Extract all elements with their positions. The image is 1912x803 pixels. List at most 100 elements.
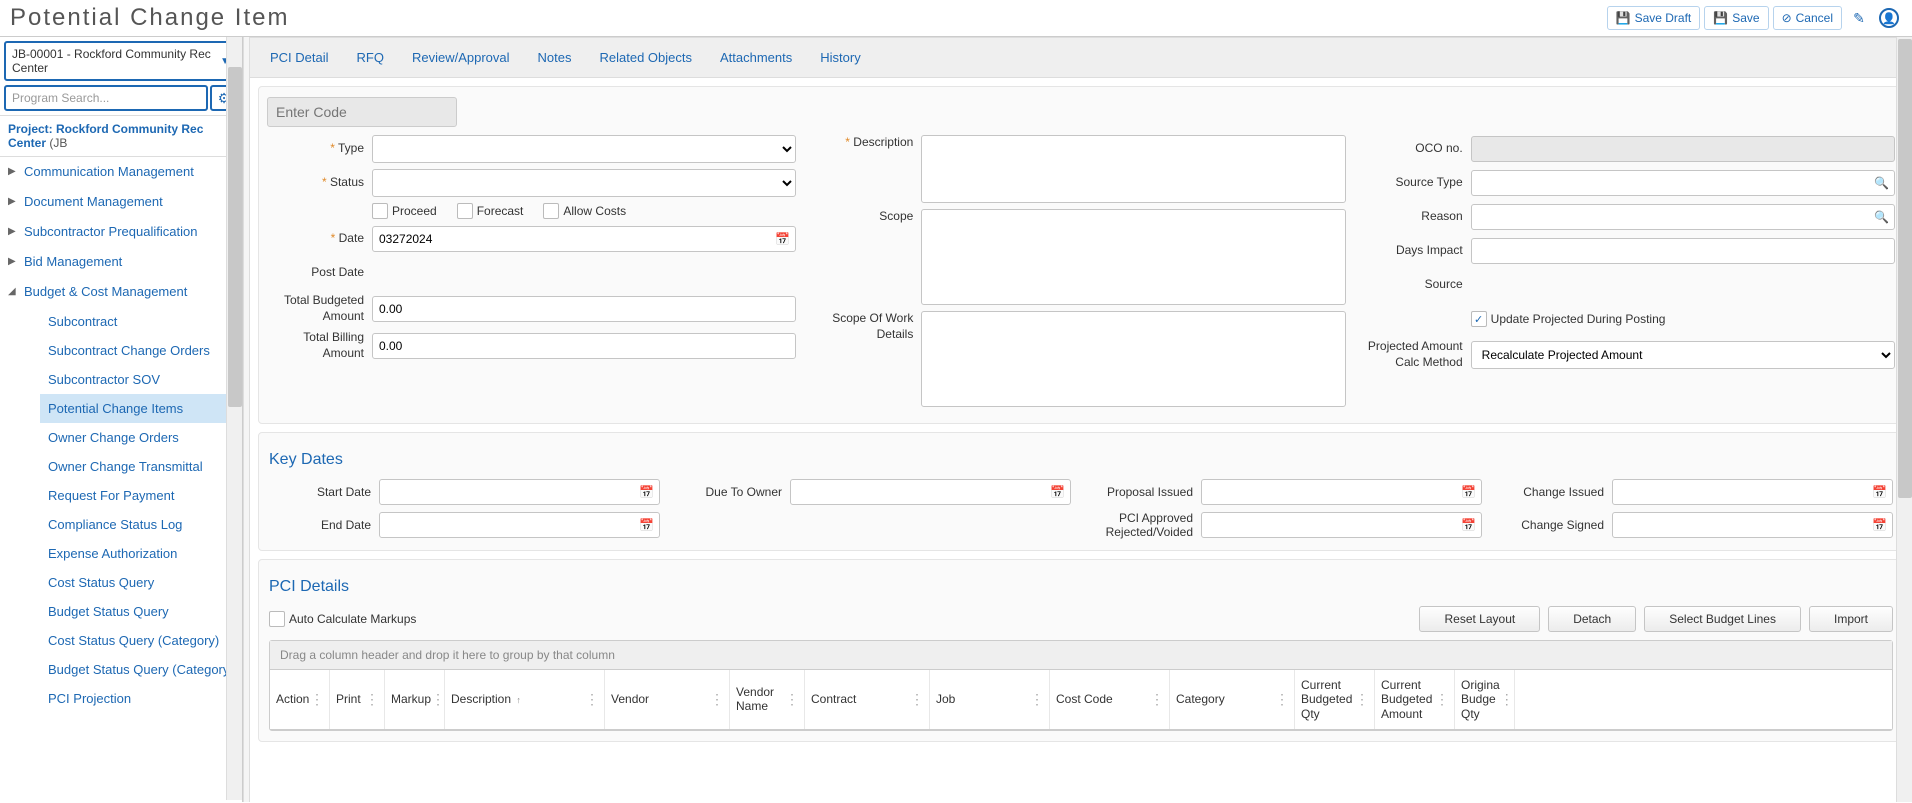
reset-layout-button[interactable]: Reset Layout xyxy=(1419,606,1540,632)
sidebar-section[interactable]: ▶Communication Management xyxy=(0,157,242,187)
sidebar-item[interactable]: Owner Change Transmittal xyxy=(40,452,242,481)
auto-calc-checkbox[interactable]: Auto Calculate Markups xyxy=(269,611,416,627)
source-value xyxy=(1471,272,1895,298)
program-search-input[interactable] xyxy=(4,85,208,111)
column-header[interactable]: Current Budgeted Amount⋮ xyxy=(1375,670,1455,729)
column-header[interactable]: Origina Budge Qty⋮ xyxy=(1455,670,1515,729)
enter-code-input[interactable] xyxy=(267,97,457,127)
date-input[interactable] xyxy=(372,226,796,252)
due-owner-input[interactable] xyxy=(790,479,1071,505)
import-button[interactable]: Import xyxy=(1809,606,1893,632)
update-projected-checkbox[interactable]: ✓Update Projected During Posting xyxy=(1471,311,1666,327)
sidebar-item[interactable]: Cost Status Query xyxy=(40,568,242,597)
sidebar: JB-00001 - Rockford Community Rec Center… xyxy=(0,37,243,802)
oco-input xyxy=(1471,136,1895,162)
change-signed-input[interactable] xyxy=(1612,512,1893,538)
splitter[interactable] xyxy=(243,37,250,802)
change-issued-input[interactable] xyxy=(1612,479,1893,505)
column-header[interactable]: Current Budgeted Qty⋮ xyxy=(1295,670,1375,729)
column-menu-icon[interactable]: ⋮ xyxy=(365,691,378,708)
tab[interactable]: Attachments xyxy=(720,48,792,67)
start-date-input[interactable] xyxy=(379,479,660,505)
tab[interactable]: PCI Detail xyxy=(270,48,329,67)
column-menu-icon[interactable]: ⋮ xyxy=(585,691,598,708)
end-date-input[interactable] xyxy=(379,512,660,538)
scope-textarea[interactable] xyxy=(921,209,1345,305)
calc-method-select[interactable]: Recalculate Projected Amount xyxy=(1471,341,1895,369)
tab[interactable]: Related Objects xyxy=(600,48,693,67)
column-header[interactable]: Vendor Name⋮ xyxy=(730,670,805,729)
days-impact-input[interactable] xyxy=(1471,238,1895,264)
save-draft-button[interactable]: 💾Save Draft xyxy=(1607,6,1701,30)
content-scrollbar[interactable] xyxy=(1896,37,1912,802)
column-header[interactable]: Job⋮ xyxy=(930,670,1050,729)
tab[interactable]: Notes xyxy=(538,48,572,67)
column-menu-icon[interactable]: ⋮ xyxy=(785,691,798,708)
sidebar-item[interactable]: Subcontractor SOV xyxy=(40,365,242,394)
sidebar-item[interactable]: Subcontract xyxy=(40,307,242,336)
column-header[interactable]: Description ↑⋮ xyxy=(445,670,605,729)
reason-input[interactable] xyxy=(1471,204,1895,230)
sidebar-item[interactable]: Owner Change Orders xyxy=(40,423,242,452)
column-header[interactable]: Action⋮ xyxy=(270,670,330,729)
sidebar-scrollbar[interactable] xyxy=(226,37,242,800)
allow-costs-checkbox[interactable]: Allow Costs xyxy=(543,203,626,219)
proposal-issued-input[interactable] xyxy=(1201,479,1482,505)
column-menu-icon[interactable]: ⋮ xyxy=(710,691,723,708)
type-select[interactable] xyxy=(372,135,796,163)
edit-icon-button[interactable]: ✎ xyxy=(1846,5,1872,31)
column-header[interactable]: Category⋮ xyxy=(1170,670,1295,729)
pci-approved-input[interactable] xyxy=(1201,512,1482,538)
column-header[interactable]: Markup⋮ xyxy=(385,670,445,729)
column-header[interactable]: Print⋮ xyxy=(330,670,385,729)
column-header[interactable]: Vendor⋮ xyxy=(605,670,730,729)
sidebar-section[interactable]: ▶Subcontractor Prequalification xyxy=(0,217,242,247)
user-icon: 👤 xyxy=(1879,8,1899,28)
forecast-checkbox[interactable]: Forecast xyxy=(457,203,524,219)
column-menu-icon[interactable]: ⋮ xyxy=(1435,691,1448,708)
column-menu-icon[interactable]: ⋮ xyxy=(1030,691,1043,708)
column-menu-icon[interactable]: ⋮ xyxy=(1275,691,1288,708)
post-date-value xyxy=(372,260,796,286)
scope-details-textarea[interactable] xyxy=(921,311,1345,407)
sidebar-item[interactable]: PCI Projection xyxy=(40,684,242,713)
column-header[interactable]: Contract⋮ xyxy=(805,670,930,729)
proceed-checkbox[interactable]: Proceed xyxy=(372,203,437,219)
project-link[interactable]: Project: Rockford Community Rec Center (… xyxy=(0,115,242,157)
sidebar-item[interactable]: Budget Status Query xyxy=(40,597,242,626)
status-select[interactable] xyxy=(372,169,796,197)
sidebar-item[interactable]: Cost Status Query (Category) xyxy=(40,626,242,655)
tab[interactable]: Review/Approval xyxy=(412,48,510,67)
sidebar-section[interactable]: ◢Budget & Cost Management xyxy=(0,277,242,307)
column-menu-icon[interactable]: ⋮ xyxy=(1355,691,1368,708)
user-icon-button[interactable]: 👤 xyxy=(1876,5,1902,31)
tab[interactable]: RFQ xyxy=(357,48,384,67)
detach-button[interactable]: Detach xyxy=(1548,606,1636,632)
column-menu-icon[interactable]: ⋮ xyxy=(431,691,444,708)
column-menu-icon[interactable]: ⋮ xyxy=(910,691,923,708)
sidebar-item[interactable]: Subcontract Change Orders xyxy=(40,336,242,365)
save-button[interactable]: 💾Save xyxy=(1704,6,1768,30)
source-type-input[interactable] xyxy=(1471,170,1895,196)
total-billing-input[interactable] xyxy=(372,333,796,359)
sidebar-section[interactable]: ▶Bid Management xyxy=(0,247,242,277)
total-budgeted-input[interactable] xyxy=(372,296,796,322)
column-menu-icon[interactable]: ⋮ xyxy=(310,691,323,708)
group-by-bar[interactable]: Drag a column header and drop it here to… xyxy=(270,641,1892,670)
sidebar-section[interactable]: ▶Document Management xyxy=(0,187,242,217)
select-budget-lines-button[interactable]: Select Budget Lines xyxy=(1644,606,1801,632)
tab[interactable]: History xyxy=(820,48,860,67)
sidebar-item[interactable]: Expense Authorization xyxy=(40,539,242,568)
save-icon: 💾 xyxy=(1713,11,1728,25)
sidebar-item[interactable]: Request For Payment xyxy=(40,481,242,510)
project-selector[interactable]: JB-00001 - Rockford Community Rec Center… xyxy=(4,41,238,81)
column-menu-icon[interactable]: ⋮ xyxy=(1500,691,1513,708)
sidebar-item[interactable]: Compliance Status Log xyxy=(40,510,242,539)
cancel-button[interactable]: ⊘Cancel xyxy=(1773,6,1842,30)
description-textarea[interactable] xyxy=(921,135,1345,203)
sidebar-item[interactable]: Potential Change Items xyxy=(40,394,242,423)
tabs-bar: PCI Detail RFQ Review/Approval Notes Related… xyxy=(250,37,1912,78)
sidebar-item[interactable]: Budget Status Query (Category) xyxy=(40,655,242,684)
column-header[interactable]: Cost Code⋮ xyxy=(1050,670,1170,729)
column-menu-icon[interactable]: ⋮ xyxy=(1150,691,1163,708)
